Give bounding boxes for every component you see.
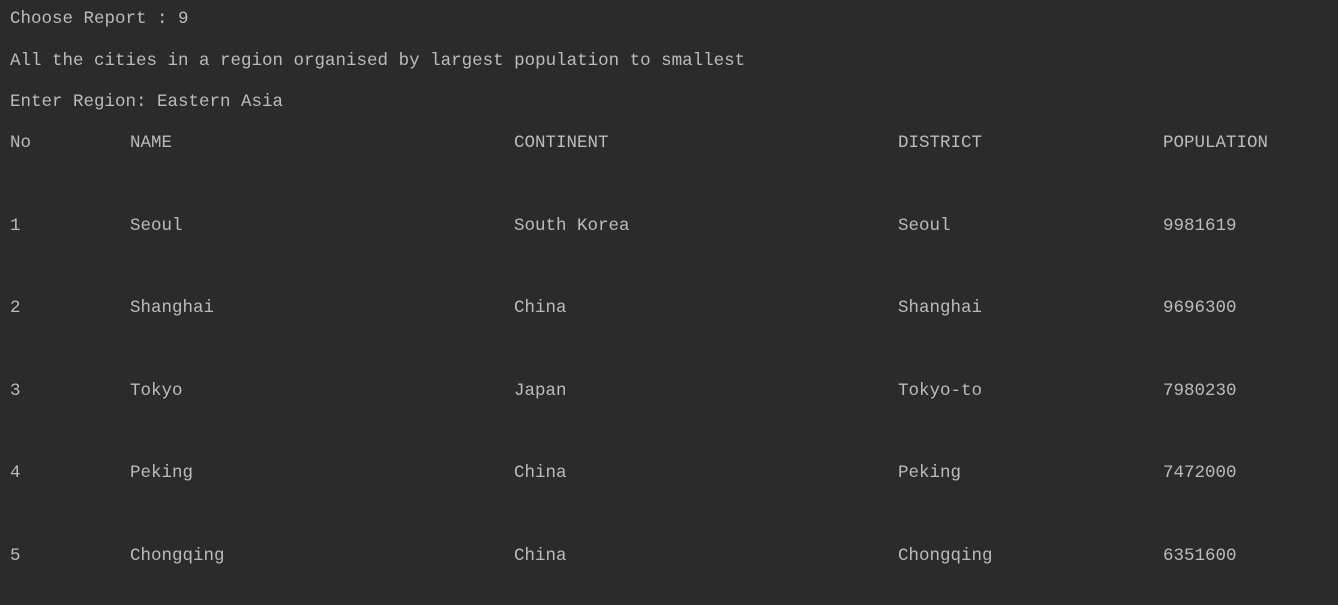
row-population: 7472000 [1163, 463, 1237, 483]
region-line: Enter Region: Eastern Asia [10, 92, 284, 112]
table-row: 4 Peking China Peking 7472000 [0, 463, 1338, 483]
table-row: 5 Chongqing China Chongqing 6351600 [0, 546, 1338, 566]
row-continent: China [514, 546, 567, 566]
row-name: Shanghai [130, 298, 215, 318]
table-row: 1 Seoul South Korea Seoul 9981619 [0, 216, 1338, 236]
row-name: Seoul [130, 216, 183, 236]
row-continent: China [514, 463, 567, 483]
row-no: 5 [10, 546, 21, 566]
row-continent: China [514, 298, 567, 318]
prompt-line: Choose Report : 9 [10, 9, 189, 29]
row-district: Chongqing [898, 546, 993, 566]
row-population: 9981619 [1163, 216, 1237, 236]
console-output: Choose Report : 9 All the cities in a re… [0, 0, 1338, 605]
header-population: POPULATION [1163, 133, 1269, 153]
row-no: 2 [10, 298, 21, 318]
table-row: 3 Tokyo Japan Tokyo-to 7980230 [0, 381, 1338, 401]
row-district: Peking [898, 463, 962, 483]
report-description: All the cities in a region organised by … [10, 51, 746, 71]
row-district: Seoul [898, 216, 951, 236]
row-population: 7980230 [1163, 381, 1237, 401]
header-continent: CONTINENT [514, 133, 609, 153]
header-name: NAME [130, 133, 173, 153]
table-row: 2 Shanghai China Shanghai 9696300 [0, 298, 1338, 318]
row-population: 6351600 [1163, 546, 1237, 566]
header-no: No [10, 133, 32, 153]
row-continent: Japan [514, 381, 567, 401]
row-name: Tokyo [130, 381, 183, 401]
row-population: 9696300 [1163, 298, 1237, 318]
header-district: DISTRICT [898, 133, 983, 153]
row-district: Shanghai [898, 298, 983, 318]
row-name: Chongqing [130, 546, 225, 566]
row-no: 4 [10, 463, 21, 483]
row-no: 3 [10, 381, 21, 401]
row-name: Peking [130, 463, 194, 483]
row-district: Tokyo-to [898, 381, 983, 401]
table-header-row: No NAME CONTINENT DISTRICT POPULATION [0, 133, 1338, 153]
row-no: 1 [10, 216, 21, 236]
row-continent: South Korea [514, 216, 630, 236]
